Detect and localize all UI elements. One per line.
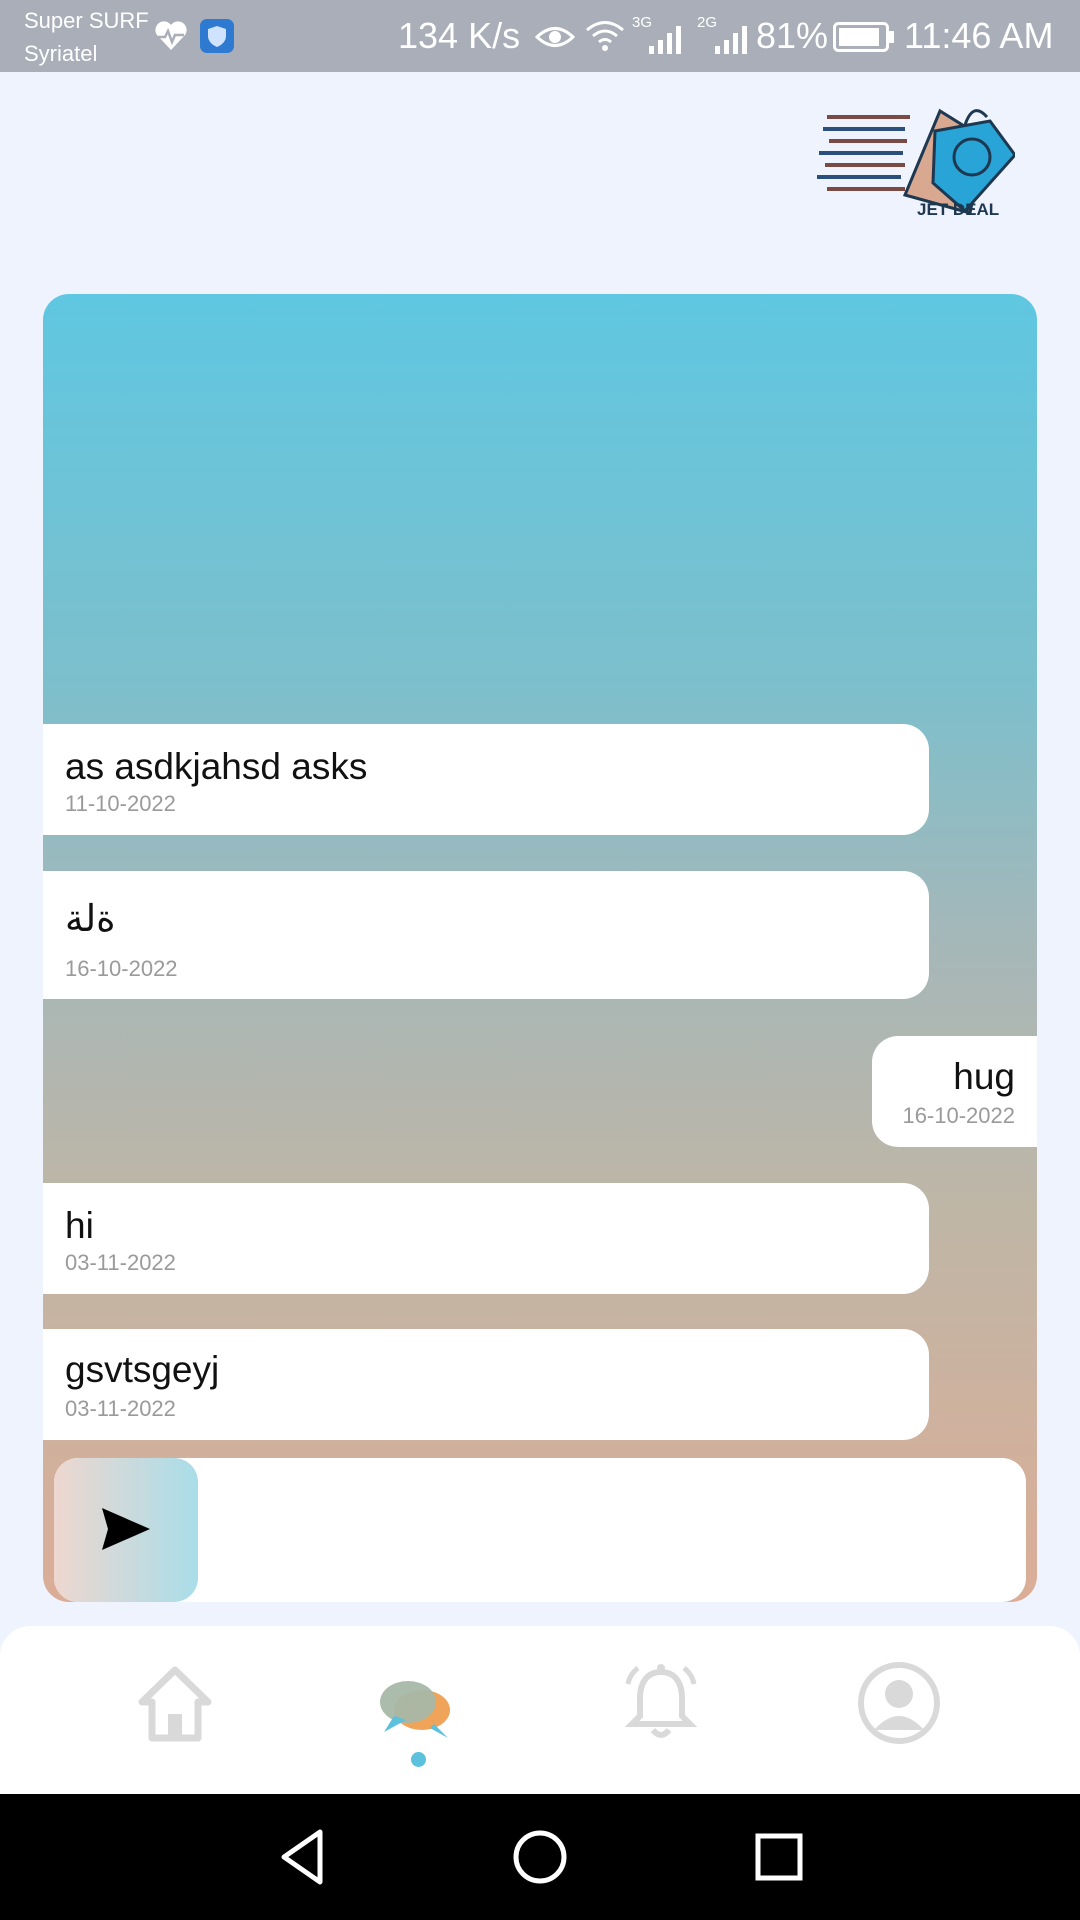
shield-app-icon bbox=[200, 19, 234, 53]
chat-panel[interactable]: as asdkjahsd asks 11-10-2022 ةلة 16-10-2… bbox=[43, 294, 1037, 1602]
message-bubble[interactable]: hi 03-11-2022 bbox=[43, 1183, 929, 1294]
system-navigation-bar bbox=[0, 1794, 1080, 1920]
carrier-name-1: Super SURF bbox=[24, 8, 149, 33]
carrier-name-2: Syriatel bbox=[24, 41, 98, 66]
bell-icon bbox=[624, 1664, 698, 1738]
send-button[interactable] bbox=[54, 1458, 198, 1602]
nav-home[interactable] bbox=[130, 1658, 220, 1748]
profile-icon bbox=[858, 1662, 940, 1744]
jet-deal-logo: JET DEAL bbox=[815, 95, 1017, 223]
recents-icon[interactable] bbox=[746, 1824, 812, 1890]
wifi-icon bbox=[586, 21, 624, 51]
nav-profile[interactable] bbox=[854, 1658, 944, 1748]
signal-icon bbox=[649, 26, 681, 54]
message-date: 16-10-2022 bbox=[65, 956, 178, 981]
message-date: 16-10-2022 bbox=[902, 1103, 1015, 1128]
battery-icon bbox=[833, 22, 894, 52]
send-icon bbox=[102, 1508, 150, 1550]
home-circle-icon[interactable] bbox=[507, 1824, 573, 1890]
message-text: ةلة bbox=[65, 898, 116, 939]
message-text: as asdkjahsd asks bbox=[65, 746, 368, 787]
network-speed: 134 K/s bbox=[398, 15, 521, 56]
home-icon bbox=[138, 1666, 212, 1742]
message-bubble[interactable]: as asdkjahsd asks 11-10-2022 bbox=[43, 724, 929, 835]
message-bubble[interactable]: gsvtsgeyj 03-11-2022 bbox=[43, 1329, 929, 1440]
eye-icon bbox=[535, 27, 575, 47]
message-date: 03-11-2022 bbox=[65, 1396, 176, 1421]
message-input[interactable] bbox=[214, 1478, 1008, 1584]
back-icon[interactable] bbox=[270, 1824, 336, 1890]
bottom-navigation bbox=[0, 1626, 1080, 1794]
clock: 11:46 AM bbox=[904, 15, 1054, 56]
message-date: 11-10-2022 bbox=[65, 791, 176, 816]
message-date: 03-11-2022 bbox=[65, 1250, 176, 1275]
status-bar: Super SURF Syriatel 134 K/s 3G 2G 81% 11… bbox=[0, 0, 1080, 72]
nav-notifications[interactable] bbox=[616, 1658, 706, 1748]
message-text: gsvtsgeyj bbox=[65, 1349, 220, 1390]
chat-icon bbox=[380, 1681, 450, 1738]
heart-rate-icon bbox=[155, 21, 187, 50]
logo-text: JET DEAL bbox=[917, 200, 999, 219]
message-bubble-sent[interactable]: hug 16-10-2022 bbox=[872, 1036, 1037, 1147]
signal-icon-2 bbox=[715, 26, 747, 54]
active-nav-indicator bbox=[411, 1752, 426, 1767]
message-composer bbox=[54, 1458, 1026, 1602]
message-text: hug bbox=[953, 1056, 1015, 1097]
message-text: hi bbox=[65, 1205, 94, 1246]
nav-chat[interactable] bbox=[370, 1658, 460, 1748]
battery-percent: 81% bbox=[756, 15, 829, 56]
message-bubble[interactable]: ةلة 16-10-2022 bbox=[43, 871, 929, 999]
